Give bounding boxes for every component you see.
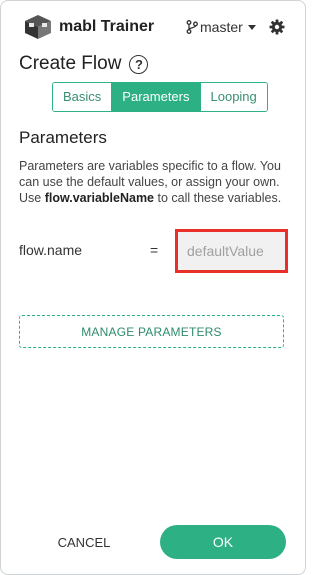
- page-title: Create Flow ?: [19, 53, 149, 75]
- mabl-logo-icon: [25, 15, 51, 39]
- flow-tabs: Basics Parameters Looping: [52, 82, 268, 112]
- tab-basics[interactable]: Basics: [53, 83, 112, 111]
- equals-sign: =: [150, 242, 159, 258]
- manage-parameters-button[interactable]: MANAGE PARAMETERS: [19, 315, 284, 348]
- desc-bold: flow.variableName: [44, 191, 155, 205]
- branch-selector[interactable]: master: [186, 19, 256, 35]
- trainer-panel: mabl Trainer master Create Flow ? Basics…: [0, 0, 306, 575]
- chevron-down-icon: [247, 24, 256, 30]
- parameter-value-highlight: [175, 229, 288, 273]
- section-title: Parameters: [19, 128, 107, 147]
- help-circle-icon[interactable]: ?: [129, 54, 149, 74]
- gear-icon[interactable]: [269, 19, 285, 35]
- help-glyph: ?: [134, 56, 143, 72]
- ok-button[interactable]: OK: [160, 525, 286, 559]
- page-title-text: Create Flow: [19, 53, 122, 74]
- branch-label: master: [200, 19, 243, 35]
- cancel-button[interactable]: CANCEL: [43, 527, 125, 557]
- tab-looping[interactable]: Looping: [199, 83, 267, 111]
- parameter-name: flow.name: [19, 242, 83, 258]
- header: mabl Trainer master: [1, 1, 305, 53]
- parameters-description: Parameters are variables specific to a f…: [19, 158, 291, 206]
- desc-part2: to call these variables.: [154, 191, 282, 205]
- app-title: mabl Trainer: [59, 18, 155, 35]
- git-branch-icon: [186, 20, 198, 34]
- tab-parameters[interactable]: Parameters: [111, 83, 200, 111]
- parameter-value-input[interactable]: [178, 232, 285, 270]
